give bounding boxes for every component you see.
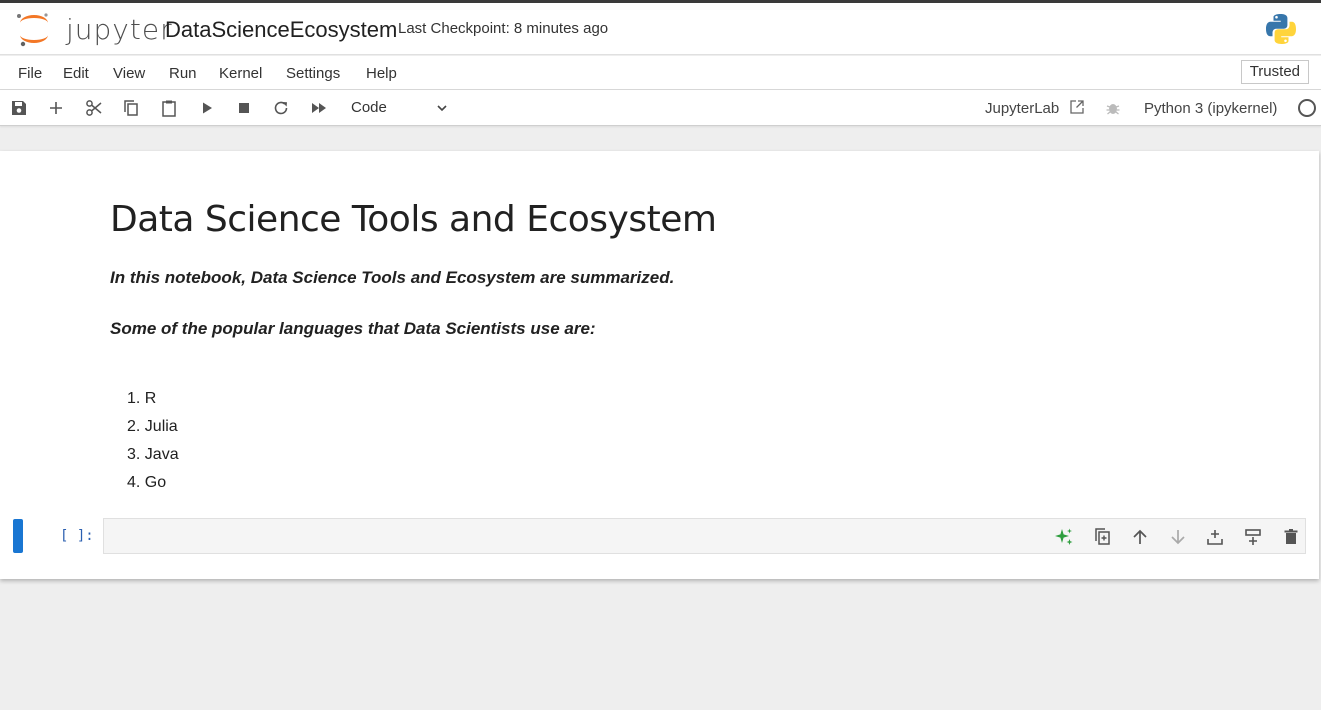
run-cell-icon[interactable] — [198, 99, 216, 117]
menu-settings[interactable]: Settings — [286, 65, 340, 82]
list-item: 4. Go — [127, 474, 167, 491]
list-item: 3. Java — [127, 446, 179, 463]
chevron-down-icon — [437, 105, 447, 112]
list-item: 2. Julia — [127, 418, 178, 435]
jupyter-orbit-icon — [17, 13, 48, 47]
languages-list: 1. R 2. Julia 3. Java 4. Go — [127, 388, 179, 500]
notebook-header: jupyter DataScienceEcosystem Last Checkp… — [0, 3, 1321, 55]
debugger-bug-icon[interactable] — [1105, 100, 1121, 116]
kernel-name[interactable]: Python 3 (ipykernel) — [1144, 100, 1277, 117]
move-cell-up-icon[interactable] — [1130, 527, 1150, 547]
list-item: 1. R — [127, 390, 157, 407]
run-all-icon[interactable] — [310, 99, 328, 117]
menu-edit[interactable]: Edit — [63, 65, 89, 82]
menu-run[interactable]: Run — [169, 65, 197, 82]
notebook-toolbar: Code JupyterLab Python 3 (ipykernel) — [0, 90, 1321, 126]
code-cell-prompt: [ ]: — [60, 528, 94, 544]
insert-cell-above-icon[interactable] — [1243, 527, 1263, 547]
python-kernel-logo-icon — [1266, 14, 1296, 44]
add-cell-icon[interactable] — [47, 99, 65, 117]
menu-view[interactable]: View — [113, 65, 145, 82]
menu-bar: File Edit View Run Kernel Settings Help … — [0, 56, 1321, 90]
markdown-heading: Data Science Tools and Ecosystem — [110, 199, 717, 240]
duplicate-cell-icon[interactable] — [1093, 527, 1113, 547]
restart-kernel-icon[interactable] — [272, 99, 290, 117]
ai-sparkle-icon[interactable] — [1054, 527, 1074, 547]
menu-kernel[interactable]: Kernel — [219, 65, 262, 82]
paste-icon[interactable] — [160, 99, 178, 117]
open-in-jupyterlab-link[interactable]: JupyterLab — [985, 100, 1059, 117]
markdown-intro: In this notebook, Data Science Tools and… — [110, 268, 675, 287]
active-cell-marker[interactable] — [13, 519, 23, 553]
external-link-icon[interactable] — [1069, 99, 1085, 115]
cell-type-value: Code — [351, 99, 387, 116]
cell-type-select[interactable]: Code — [342, 95, 454, 121]
move-cell-down-icon[interactable] — [1168, 527, 1188, 547]
notebook-title[interactable]: DataScienceEcosystem — [165, 17, 397, 43]
kernel-status-idle-icon — [1298, 99, 1316, 117]
jupyter-logo[interactable]: jupyter — [14, 11, 172, 47]
interrupt-kernel-icon[interactable] — [235, 99, 253, 117]
code-cell-input[interactable] — [103, 518, 1306, 554]
notebook-panel: Data Science Tools and Ecosystem In this… — [0, 151, 1319, 579]
delete-cell-icon[interactable] — [1281, 527, 1301, 547]
save-icon[interactable] — [10, 99, 28, 117]
markdown-languages-intro: Some of the popular languages that Data … — [110, 319, 596, 338]
trusted-indicator[interactable]: Trusted — [1240, 60, 1309, 84]
copy-icon[interactable] — [122, 99, 140, 117]
jupyter-wordmark: jupyter — [66, 13, 173, 46]
insert-cell-below-icon[interactable] — [1205, 527, 1225, 547]
menu-file[interactable]: File — [18, 65, 42, 82]
menu-help[interactable]: Help — [366, 65, 397, 82]
last-checkpoint: Last Checkpoint: 8 minutes ago — [398, 20, 609, 37]
cut-icon[interactable] — [85, 99, 103, 117]
